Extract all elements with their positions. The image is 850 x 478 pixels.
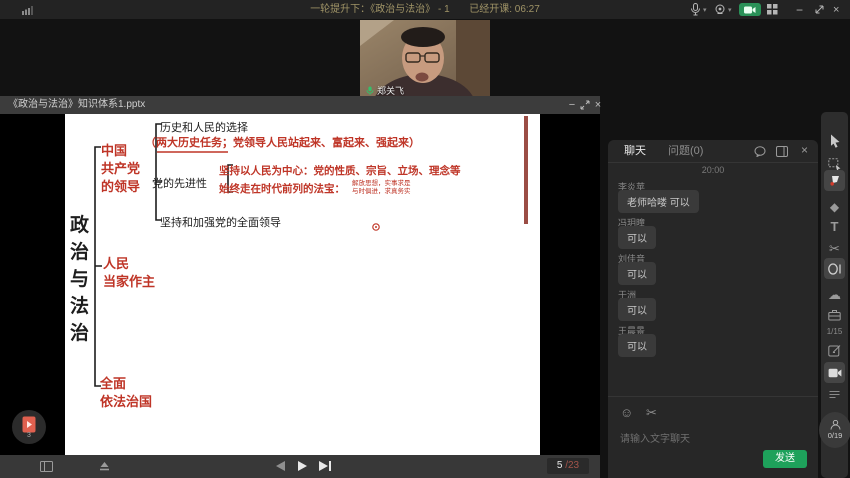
chat-input-area: ☺ ✂ 发送 [608,396,818,478]
briefcase-resource-icon[interactable] [824,304,845,325]
slide-history-detail: （两大历史任务；党领导人民站起来、富起来、强起来） [145,137,420,149]
chat-bubble-icon[interactable] [754,146,766,157]
tab-chat[interactable]: 聊天 [624,140,646,162]
camera-device-icon[interactable] [714,3,726,16]
top-bar: 一轮提升下：《政治与法治》 - 1 已经开课: 06:27 ▾ ▾ − × [0,0,850,19]
slide-page-indicator[interactable]: 5 /23 [547,458,589,474]
attendance-list-icon[interactable] [824,384,845,405]
mic-active-icon [366,86,374,95]
slide-advance-item2: 始终走在时代前列的法宝： [219,183,345,195]
slide-root-topic: 政 治 与 法 治 [70,215,90,344]
ppt-doc-switcher-button[interactable]: 3 [12,410,46,444]
classroom-app: 一轮提升下：《政治与法治》 - 1 已经开课: 06:27 ▾ ▾ − × 郑关… [0,0,850,478]
ppt-file-icon [22,416,36,432]
online-members-count: 0/19 [827,431,843,440]
close-app-icon[interactable]: × [833,3,839,16]
cursor-tool-icon[interactable] [824,130,845,151]
slide-history-title: 历史和人民的选择 [160,122,248,134]
panel-expand-icon[interactable] [776,146,788,157]
slide-branch-party: 中国 共产党 的领导 [101,143,141,194]
ppt-bottom-toolbar: 5 /23 [0,455,600,478]
ppt-file-title: 《政治与法治》知识体系1.pptx [8,99,146,110]
camera-on-button[interactable] [739,3,761,16]
camera-dropdown-caret[interactable]: ▾ [728,3,732,16]
chat-message-input[interactable] [618,433,802,446]
tab-questions[interactable]: 问题(0) [668,140,703,162]
shape-tool-icon[interactable] [824,258,845,279]
ppt-doc-count-badge: 3 [27,431,31,439]
ppt-close-icon[interactable]: × [591,96,605,114]
layout-grid-icon[interactable] [767,3,778,16]
slide-branch-law: 全面 依法治国 [100,376,153,409]
slide-leadership: 坚持和加强党的全面领导 [160,217,281,229]
text-tool-icon[interactable]: T [824,216,845,237]
cloud-storage-icon[interactable]: ☁ [824,284,845,305]
online-members-badge[interactable]: 0/19 [819,412,850,448]
pen-tool-icon[interactable] [824,170,845,191]
slide-advance-item2-note: 解放思想，实事求是 与时俱进，求真务实 [352,180,411,195]
emoji-picker-icon[interactable]: ☺ [620,405,633,420]
toolbar-page-indicator: 1/15 [826,327,843,336]
microphone-icon[interactable] [690,3,701,16]
chat-close-icon[interactable]: × [801,143,808,157]
teaching-toolbar: ◆ T ✂ ☁ 1/15 0/19 [819,112,850,478]
eraser-tool-icon[interactable]: ◆ [824,196,845,217]
chat-message-bubble[interactable]: 可以 [618,334,656,357]
ppt-content-area: 历史和人民的选择 （两大历史任务；党领导人民站起来、富起来、强起来） 坚持以人民… [0,114,600,455]
teacher-video-window[interactable]: 郑关飞 [360,20,490,106]
raise-hand-icon [830,420,840,430]
ppt-minimize-icon[interactable]: − [565,96,579,114]
minimize-window-icon[interactable]: − [796,3,803,17]
microphone-dropdown-caret[interactable]: ▾ [703,3,707,16]
chat-header: 聊天 问题(0) × [608,140,818,163]
chat-message-bubble[interactable]: 可以 [618,298,656,321]
send-button[interactable]: 发送 [763,450,807,468]
class-title-text: 一轮提升下：《政治与法治》 - 1 [310,4,450,15]
resize-window-icon[interactable] [814,3,825,16]
slide-page-current: 5 [556,460,563,471]
video-camera-icon[interactable] [824,362,845,383]
screenshot-scissors-icon[interactable]: ✂ [646,405,657,421]
slide-advance-title: 党的先进性 [152,178,207,190]
slide-panel-toggle-icon[interactable] [40,459,53,473]
whiteboard-compose-icon[interactable] [824,340,845,361]
class-status-text: 已经开课: 06:27 [469,4,540,15]
next-slide-icon[interactable] [318,459,332,473]
slide-advance-item1: 坚持以人民为中心：党的性质、宗旨、立场、理念等 [219,165,461,177]
slide-branch-people: 人民 当家作主 [103,256,156,289]
slide-page-total: /23 [565,460,580,471]
laser-eject-icon[interactable] [98,459,111,473]
chat-message-bubble[interactable]: 老师哈喽 可以 [618,190,699,213]
scissors-tool-icon[interactable]: ✂ [824,238,845,259]
prev-slide-icon[interactable] [275,459,286,473]
ppt-window-titlebar[interactable]: 《政治与法治》知识体系1.pptx − × [0,96,601,114]
chat-panel: 聊天 问题(0) × 20:00 李炎苹 老师哈喽 可以 冯玥曈 可以 刘佳音 … [608,140,818,478]
play-slide-icon[interactable] [297,459,308,473]
chat-message-bubble[interactable]: 可以 [618,262,656,285]
chat-time-divider: 20:00 [701,165,725,175]
chat-message-bubble[interactable]: 可以 [618,226,656,249]
ppt-maximize-icon[interactable] [578,96,592,114]
